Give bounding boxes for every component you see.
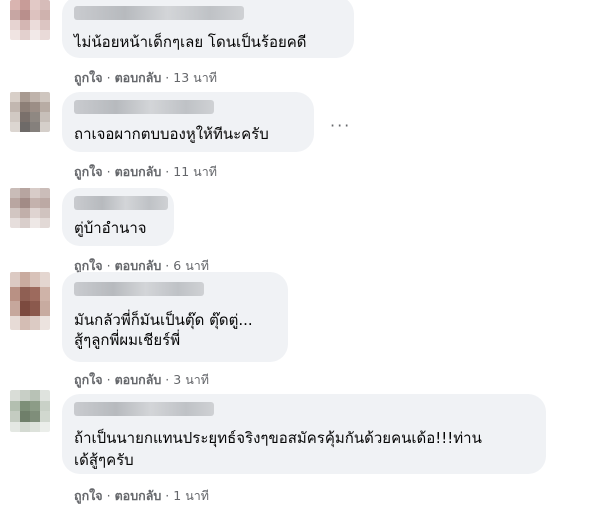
timestamp[interactable]: 1 นาที [173,488,209,503]
timestamp[interactable]: 13 นาที [173,70,217,85]
separator: · [106,70,111,85]
avatar[interactable] [10,272,50,330]
author-name-blurred[interactable] [74,100,214,114]
comment-bubble: ตู่บ้าอำนาจ [62,188,174,246]
comment-bubble: ไม่น้อยหน้าเด็กๆเลย โดนเป็นร้อยคดี [62,0,354,58]
like-button[interactable]: ถูกใจ [74,372,103,387]
author-name-blurred[interactable] [74,402,214,416]
separator: · [165,372,170,387]
separator: · [106,372,111,387]
like-button[interactable]: ถูกใจ [74,70,103,85]
comment-bubble: มันกลัวพี่ก็มันเป็นตุ๊ด ตุ๊ดตู่... สู้ๆล… [62,272,288,362]
separator: · [165,488,170,503]
like-button[interactable]: ถูกใจ [74,164,103,179]
more-options-icon[interactable]: ··· [330,116,351,135]
timestamp[interactable]: 11 นาที [173,164,217,179]
separator: · [165,70,170,85]
comment-actions: ถูกใจ · ตอบกลับ · 3 นาที [74,370,209,390]
avatar[interactable] [10,390,50,432]
author-name-blurred[interactable] [74,6,244,20]
separator: · [106,164,111,179]
comment-actions: ถูกใจ · ตอบกลับ · 1 นาที [74,486,209,506]
comment-actions: ถูกใจ · ตอบกลับ · 11 นาที [74,162,217,182]
comment-text-line: มันกลัวพี่ก็มันเป็นตุ๊ด ตุ๊ดตู่... [74,311,253,329]
separator: · [165,258,170,273]
reply-button[interactable]: ตอบกลับ [115,70,162,85]
comment-text-line: ถ้าเป็นนายกแทนประยุทธ์จริงๆขอสมัครคุ้มกั… [74,429,482,447]
reply-button[interactable]: ตอบกลับ [115,372,162,387]
comment-text: ไม่น้อยหน้าเด็กๆเลย โดนเป็นร้อยคดี [74,33,307,51]
comment-text: ตู่บ้าอำนาจ [74,219,147,237]
author-name-blurred[interactable] [74,196,168,210]
comment-text: ถาเจอผากตบบองหูให้ทีนะครับ [74,125,269,143]
comment-text-line: สู้ๆลูกพี่ผมเชียร์พี่ [74,331,181,349]
timestamp[interactable]: 3 นาที [173,372,209,387]
comment-actions: ถูกใจ · ตอบกลับ · 13 นาที [74,68,217,88]
reply-button[interactable]: ตอบกลับ [115,164,162,179]
avatar[interactable] [10,0,50,40]
like-button[interactable]: ถูกใจ [74,488,103,503]
separator: · [165,164,170,179]
comment-bubble: ถาเจอผากตบบองหูให้ทีนะครับ [62,92,314,152]
comment-text-line: เด้สู้ๆครับ [74,451,134,469]
author-name-blurred[interactable] [74,282,204,296]
avatar[interactable] [10,92,50,132]
like-button[interactable]: ถูกใจ [74,258,103,273]
timestamp[interactable]: 6 นาที [173,258,209,273]
reply-button[interactable]: ตอบกลับ [115,258,162,273]
separator: · [106,488,111,503]
reply-button[interactable]: ตอบกลับ [115,488,162,503]
comment-bubble: ถ้าเป็นนายกแทนประยุทธ์จริงๆขอสมัครคุ้มกั… [62,394,546,474]
separator: · [106,258,111,273]
avatar[interactable] [10,188,50,228]
